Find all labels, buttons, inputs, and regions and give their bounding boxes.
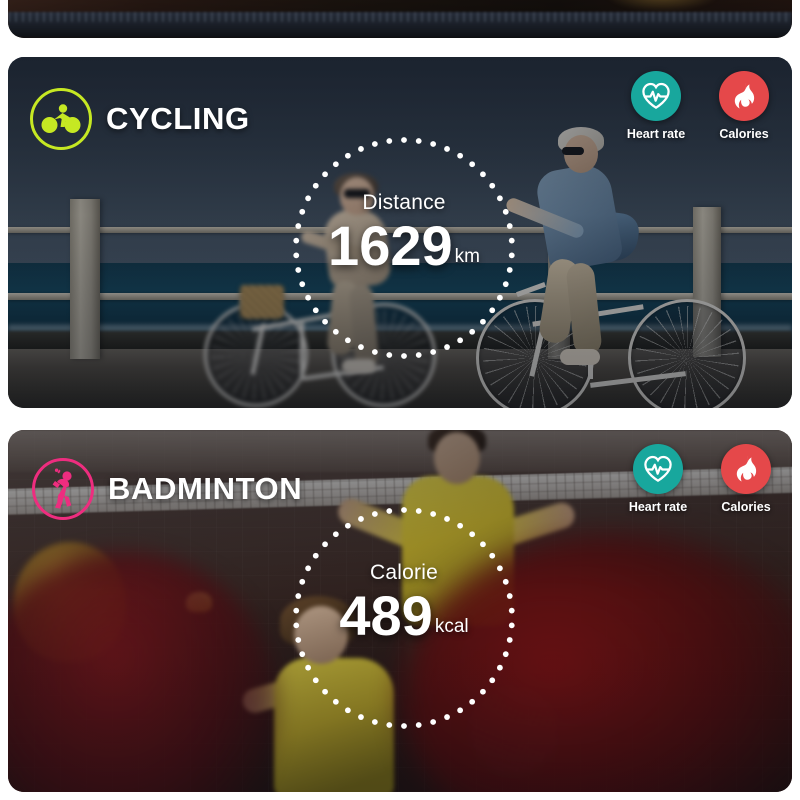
metric-heart-rate[interactable]: Heart rate bbox=[624, 71, 688, 141]
dial-readout: Calorie 489 kcal bbox=[289, 561, 519, 643]
metric-calories[interactable]: Calories bbox=[714, 444, 778, 514]
metric-heart-rate[interactable]: Heart rate bbox=[626, 444, 690, 514]
cyclist-icon bbox=[30, 88, 92, 150]
mode-title: BADMINTON bbox=[108, 471, 303, 506]
mode-title: CYCLING bbox=[106, 101, 250, 136]
badminton-player-icon bbox=[32, 458, 94, 520]
metric-group-cycling: Heart rate Calories bbox=[624, 71, 776, 141]
metric-group-badminton: Heart rate Calories bbox=[626, 444, 778, 514]
card-cycling[interactable]: CYCLING Heart rate Calories Distance 162… bbox=[8, 57, 792, 408]
dial-readout: Distance 1629 km bbox=[289, 191, 519, 273]
dial-unit: km bbox=[454, 245, 480, 267]
card-badminton[interactable]: BADMINTON Heart rate Calories Calorie 48… bbox=[8, 430, 792, 792]
mode-header-cycling[interactable]: CYCLING bbox=[30, 88, 250, 150]
metric-label: Heart rate bbox=[628, 500, 688, 514]
heart-rate-icon bbox=[633, 444, 683, 494]
dial-unit: kcal bbox=[434, 615, 469, 637]
metric-label: Heart rate bbox=[626, 127, 686, 141]
metric-label: Calories bbox=[721, 500, 771, 514]
metric-calories[interactable]: Calories bbox=[712, 71, 776, 141]
flame-icon bbox=[721, 444, 771, 494]
metric-label: Calories bbox=[719, 127, 769, 141]
fragment-dial-dots-icon bbox=[8, 0, 792, 8]
fragment-floor bbox=[8, 12, 792, 38]
dial-distance: Distance 1629 km bbox=[289, 133, 519, 363]
sport-modes-page: CYCLING Heart rate Calories Distance 162… bbox=[0, 0, 800, 800]
mode-header-badminton[interactable]: BADMINTON bbox=[32, 458, 302, 520]
dial-value: 489 bbox=[339, 584, 433, 647]
dial-value: 1629 bbox=[328, 214, 453, 277]
dial-calorie: Calorie 489 kcal bbox=[289, 503, 519, 733]
card-fragment-previous-sport[interactable] bbox=[8, 0, 792, 38]
dial-caption: Distance bbox=[362, 191, 446, 214]
heart-rate-icon bbox=[631, 71, 681, 121]
flame-icon bbox=[719, 71, 769, 121]
dial-caption: Calorie bbox=[370, 561, 438, 584]
